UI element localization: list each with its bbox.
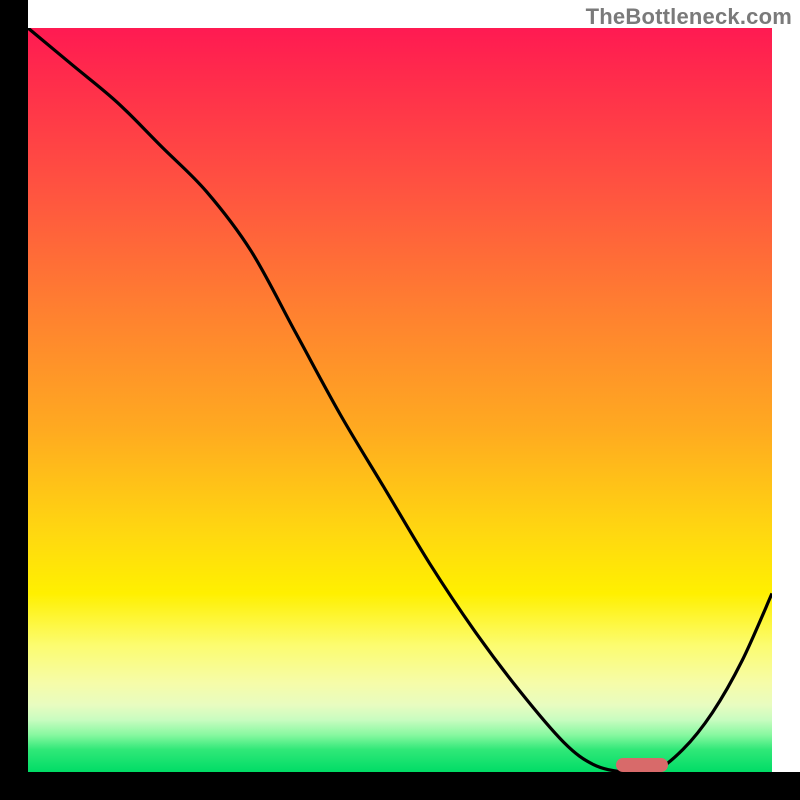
y-axis: [0, 0, 28, 800]
chart-container: TheBottleneck.com: [0, 0, 800, 800]
watermark-text: TheBottleneck.com: [586, 4, 792, 30]
bottleneck-curve: [28, 28, 772, 772]
plot-area: [28, 28, 772, 772]
optimal-range-marker: [616, 758, 668, 772]
x-axis: [0, 772, 800, 800]
